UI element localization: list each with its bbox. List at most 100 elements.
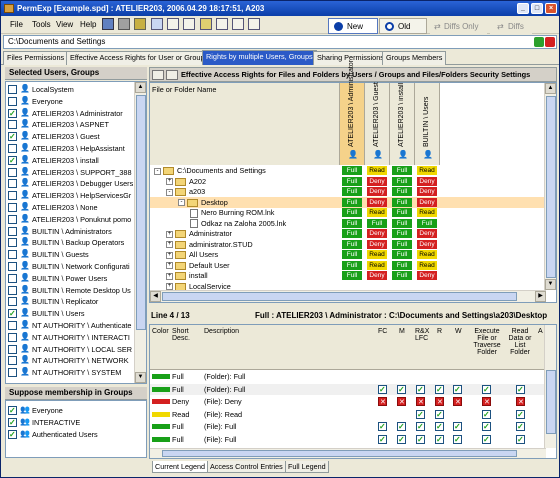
- permission-chip[interactable]: Full: [342, 250, 362, 259]
- user-checkbox[interactable]: [8, 85, 17, 94]
- scroll-down-arrow[interactable]: ▼: [135, 372, 146, 383]
- permission-chip[interactable]: Full: [342, 197, 362, 207]
- tree-row[interactable]: + Default User Full Read Full Read: [150, 260, 546, 271]
- tab-effective-access-rights[interactable]: Effective Access Rights for User or Grou…: [66, 51, 209, 65]
- permission-chip[interactable]: Deny: [417, 187, 437, 196]
- maximize-button[interactable]: □: [531, 3, 543, 14]
- user-checkbox[interactable]: [8, 131, 17, 142]
- permission-chip[interactable]: Read: [367, 166, 387, 175]
- permission-chip[interactable]: Deny: [367, 239, 387, 249]
- permission-chip[interactable]: Full: [392, 218, 412, 228]
- permission-chip[interactable]: Deny: [417, 229, 437, 238]
- permission-chip[interactable]: Full: [392, 229, 412, 238]
- user-checkbox[interactable]: [8, 226, 17, 236]
- close-path-icon[interactable]: [545, 37, 555, 47]
- legend-vscrollbar[interactable]: [544, 325, 556, 448]
- permission-chip[interactable]: Full: [342, 166, 362, 175]
- permission-chip[interactable]: Deny: [417, 271, 437, 280]
- new-button[interactable]: New: [328, 18, 378, 34]
- tab-rights-by-multiple-users[interactable]: Rights by multiple Users, Groups: [202, 50, 317, 65]
- tree-item[interactable]: Nero Burning ROM.lnk: [190, 207, 274, 218]
- menu-file[interactable]: File: [10, 20, 23, 29]
- permission-chip[interactable]: Full: [367, 218, 387, 228]
- permission-chip[interactable]: Full: [342, 260, 362, 270]
- refresh-path-icon[interactable]: [534, 37, 544, 47]
- user-checkbox[interactable]: [8, 108, 17, 119]
- permission-chip[interactable]: Read: [417, 260, 437, 270]
- grid-vscroll-thumb[interactable]: [546, 96, 556, 278]
- tab-full-legend[interactable]: Full Legend: [285, 461, 329, 473]
- tree-row[interactable]: + Administrator Full Deny Full Deny: [150, 228, 546, 239]
- tree-item[interactable]: - C:\Documents and Settings: [154, 165, 266, 176]
- permission-chip[interactable]: Deny: [367, 187, 387, 196]
- legend-row[interactable]: Read (File): Read: [150, 409, 546, 420]
- user-column-header[interactable]: ATELIER203 \ Guest 👤: [365, 82, 390, 165]
- grid-scroll-up-arrow[interactable]: ▲: [545, 83, 556, 94]
- permission-chip[interactable]: Full: [342, 187, 362, 196]
- diffs-button[interactable]: ⇄ Diffs: [490, 18, 532, 34]
- tree-row[interactable]: Nero Burning ROM.lnk Full Read Full Read: [150, 207, 546, 218]
- legend-grid[interactable]: Color Short Desc. Description FC M R&X L…: [149, 324, 557, 459]
- legend-row[interactable]: Deny (File): Deny: [150, 396, 546, 408]
- open-icon[interactable]: [118, 18, 130, 30]
- tab-files-permissions[interactable]: Files Permissions: [3, 51, 69, 65]
- permission-chip[interactable]: Full: [342, 176, 362, 186]
- permission-chip[interactable]: Deny: [417, 197, 437, 207]
- scroll-thumb[interactable]: [136, 95, 146, 330]
- permission-chip[interactable]: Full: [342, 229, 362, 238]
- user-checkbox[interactable]: [8, 368, 17, 378]
- tab-groups-members[interactable]: Groups Members: [382, 51, 447, 65]
- expander-icon[interactable]: +: [166, 262, 173, 270]
- user-checkbox[interactable]: [8, 273, 17, 283]
- user-checkbox[interactable]: [8, 120, 17, 130]
- legend-row[interactable]: Full (File): Full: [150, 434, 546, 445]
- grid-hscroll-thumb[interactable]: [162, 292, 517, 301]
- expander-icon[interactable]: -: [178, 199, 185, 207]
- permission-chip[interactable]: Full: [342, 208, 362, 217]
- permission-chip[interactable]: Full: [392, 166, 412, 175]
- user-column-header[interactable]: BUILTIN \ Users 👤: [415, 83, 440, 165]
- tab-access-control-entries[interactable]: Access Control Entries: [207, 461, 286, 473]
- expander-icon[interactable]: -: [154, 167, 161, 175]
- expander-icon[interactable]: +: [166, 230, 173, 238]
- user-checkbox[interactable]: [8, 214, 17, 224]
- permission-chip[interactable]: Deny: [367, 176, 387, 186]
- permission-chip[interactable]: Full: [392, 260, 412, 270]
- permission-chip[interactable]: Read: [367, 260, 387, 270]
- tree-row[interactable]: - a203 Full Deny Full Deny: [150, 186, 546, 197]
- legend-hscrollbar[interactable]: [150, 448, 546, 458]
- grid-scroll-right-arrow[interactable]: ▶: [535, 291, 546, 302]
- tree-row[interactable]: + A202 Full Deny Full Deny: [150, 176, 546, 187]
- user-checkbox[interactable]: [8, 238, 17, 248]
- tree-item[interactable]: + Default User: [166, 260, 230, 271]
- grid-vscrollbar[interactable]: ▲ ▼: [544, 83, 556, 290]
- scroll-up-arrow[interactable]: ▲: [135, 82, 146, 93]
- diffs-only-button[interactable]: ⇄ Diffs Only: [430, 18, 487, 34]
- user-checkbox[interactable]: [8, 96, 17, 106]
- permission-chip[interactable]: Read: [367, 250, 387, 259]
- user-checkbox[interactable]: [8, 297, 17, 307]
- permission-chip[interactable]: Full: [392, 250, 412, 259]
- tree-item[interactable]: + install: [166, 270, 208, 281]
- permission-chip[interactable]: Deny: [367, 197, 387, 207]
- permission-chip[interactable]: Full: [392, 187, 412, 196]
- user-checkbox[interactable]: [8, 344, 17, 354]
- legend-vscroll-thumb[interactable]: [546, 370, 556, 434]
- permission-chip[interactable]: Deny: [417, 239, 437, 249]
- groups-list[interactable]: 👥 Everyone 👥 INTERACTIVE 👥 Authenticated…: [5, 400, 147, 458]
- user-column-header[interactable]: ATELIER203 \ Administrator 👤: [340, 60, 365, 165]
- user-checkbox[interactable]: [8, 179, 17, 189]
- permission-chip[interactable]: Full: [342, 239, 362, 249]
- user-checkbox[interactable]: [8, 203, 17, 212]
- user-checkbox[interactable]: [8, 285, 17, 295]
- tree-row[interactable]: + administrator.STUD Full Deny Full Deny: [150, 239, 546, 250]
- permissions-grid[interactable]: File or Folder Name ATELIER203 \ Adminis…: [149, 60, 557, 303]
- tree-item[interactable]: - a203: [166, 186, 205, 197]
- tree-item[interactable]: + administrator.STUD: [166, 239, 253, 250]
- menu-tools[interactable]: Tools: [32, 20, 51, 29]
- permission-chip[interactable]: Deny: [367, 229, 387, 238]
- grid-view-icon[interactable]: [183, 18, 195, 30]
- filter-icon[interactable]: [216, 18, 228, 30]
- tree-row[interactable]: + All Users Full Read Full Read: [150, 249, 546, 260]
- tree-row[interactable]: - Desktop Full Deny Full Deny: [150, 196, 546, 208]
